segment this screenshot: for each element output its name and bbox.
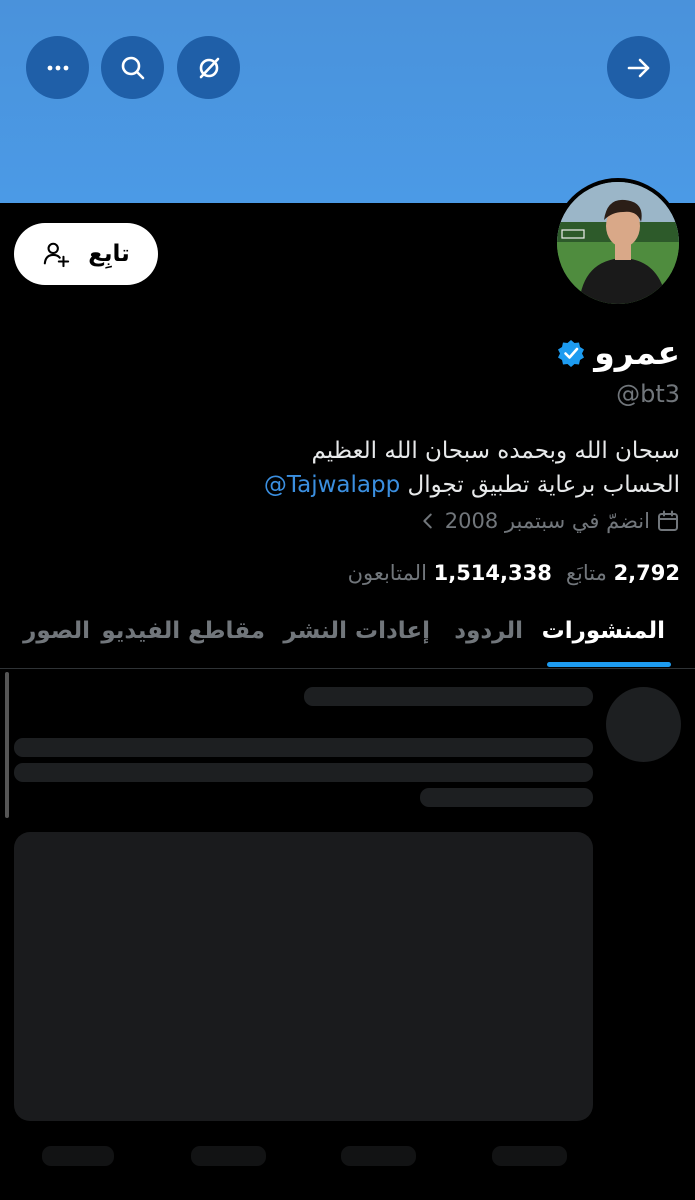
scrollbar[interactable] <box>5 672 9 818</box>
follow-label: تابِع <box>88 241 130 267</box>
avatar-photo <box>557 182 679 304</box>
tab-replies[interactable]: الردود <box>454 618 523 644</box>
search-icon <box>121 56 144 79</box>
add-user-icon <box>43 242 70 268</box>
skeleton-action <box>492 1146 567 1166</box>
chevron-left-icon <box>423 513 432 529</box>
bio-mention-link[interactable]: @Tajwalapp <box>264 472 400 498</box>
verified-badge-icon[interactable] <box>556 338 586 368</box>
grok-button[interactable] <box>177 36 240 99</box>
skeleton-line <box>420 788 593 807</box>
more-options-button[interactable] <box>26 36 89 99</box>
grok-icon <box>199 57 219 78</box>
skeleton-line <box>14 763 593 782</box>
followers-stat[interactable]: 1,514,338 المتابعون <box>348 561 552 585</box>
profile-name-row: عمرو <box>556 333 680 372</box>
joined-date-row[interactable]: انضمّ في سبتمبر 2008 <box>417 509 680 533</box>
back-button[interactable] <box>607 36 670 99</box>
profile-stats: 2,792 متابَع 1,514,338 المتابعون <box>348 561 680 585</box>
bio-line-1: سبحان الله وبحمده سبحان الله العظيم <box>311 438 680 464</box>
follow-button[interactable]: تابِع <box>14 223 158 285</box>
profile-bio: سبحان الله وبحمده سبحان الله العظيم الحس… <box>20 434 680 502</box>
skeleton-media <box>14 832 593 1121</box>
profile-handle: @bt3 <box>616 380 680 408</box>
arrow-right-icon <box>627 58 649 77</box>
tab-reposts[interactable]: إعادات النشر <box>283 618 430 644</box>
calendar-icon <box>658 510 678 531</box>
skeleton-line <box>14 738 593 757</box>
skeleton-action <box>191 1146 266 1166</box>
profile-name: عمرو <box>594 333 680 372</box>
profile-tabs: المنشورات الردود إعادات النشر مقاطع الفي… <box>0 600 695 669</box>
profile-banner <box>0 0 695 203</box>
search-button[interactable] <box>101 36 164 99</box>
active-tab-indicator <box>547 662 671 667</box>
tab-posts[interactable]: المنشورات <box>542 618 665 644</box>
skeleton-action <box>341 1146 416 1166</box>
followers-count: 1,514,338 <box>433 561 552 585</box>
avatar[interactable] <box>553 178 683 308</box>
following-label: متابَع <box>565 561 607 585</box>
following-count: 2,792 <box>613 561 680 585</box>
skeleton-action <box>42 1146 114 1166</box>
bio-line-2: الحساب برعاية تطبيق تجوال @Tajwalapp <box>20 468 680 502</box>
skeleton-avatar <box>606 687 681 762</box>
bio-line-2-text: الحساب برعاية تطبيق تجوال <box>407 472 680 498</box>
tab-videos[interactable]: مقاطع الفيديو <box>101 618 265 644</box>
following-stat[interactable]: 2,792 متابَع <box>566 561 680 585</box>
followers-label: المتابعون <box>347 561 427 585</box>
joined-date-text: انضمّ في سبتمبر 2008 <box>444 509 650 533</box>
skeleton-line <box>304 687 593 706</box>
tab-photos[interactable]: الصور <box>23 618 90 644</box>
more-icon <box>47 65 68 70</box>
